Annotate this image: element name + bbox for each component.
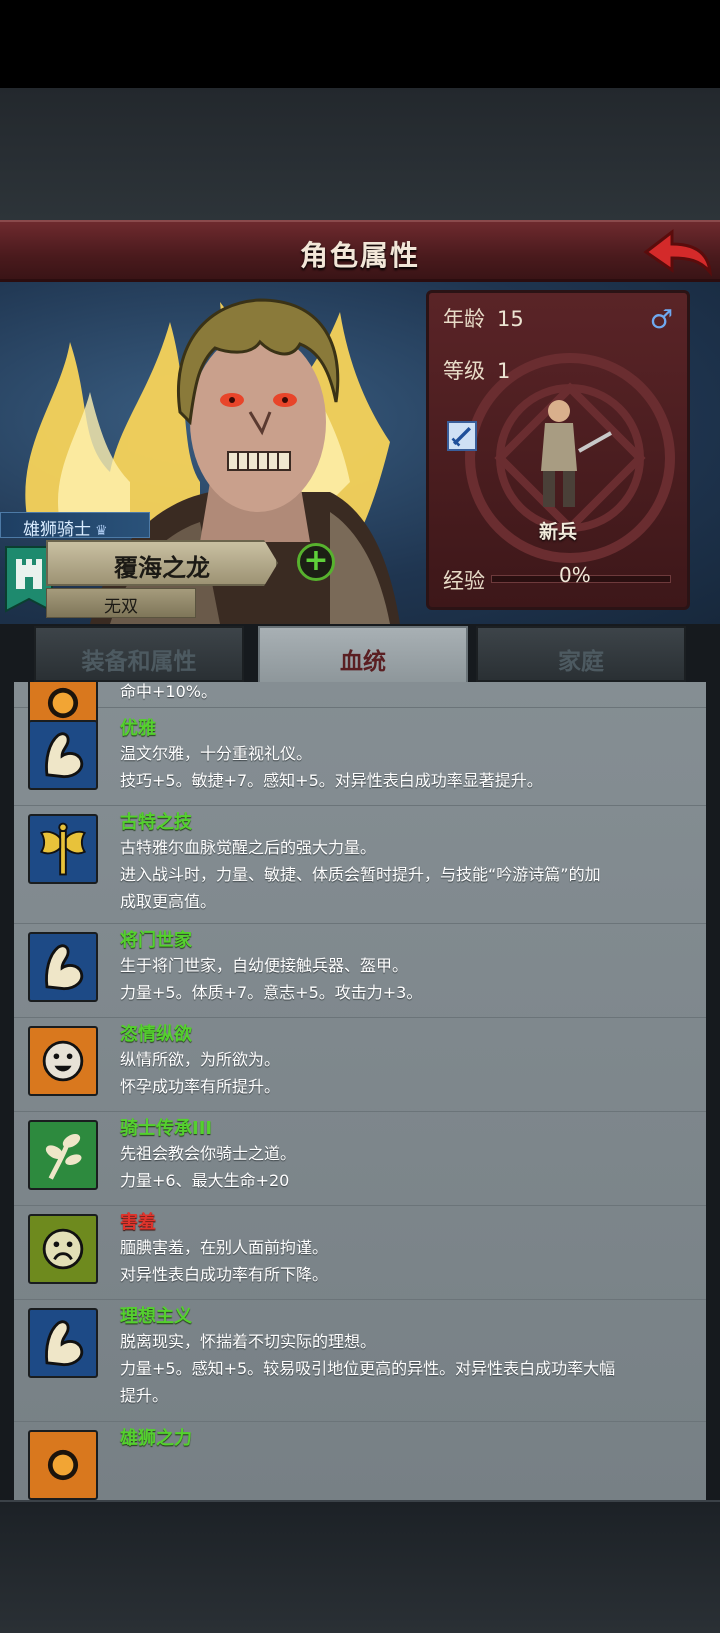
top-backdrop — [0, 88, 720, 220]
exp-label: 经验 — [443, 569, 485, 593]
trait-row[interactable]: 古特之技古特雅尔血脉觉醒之后的强大力量。进入战斗时，力量、敏捷、体质会暂时提升，… — [14, 806, 706, 924]
level-row: 等级 1 — [443, 355, 510, 385]
trait-name: 害羞 — [120, 1212, 156, 1233]
age-row: 年龄 15 — [443, 303, 524, 333]
trait-description-line: 古特雅尔血脉觉醒之后的强大力量。 — [120, 838, 377, 857]
tab-family[interactable]: 家庭 — [476, 626, 686, 682]
add-button[interactable]: + — [297, 543, 335, 581]
trait-name: 理想主义 — [120, 1306, 192, 1327]
flexed-arm-icon — [28, 1308, 98, 1378]
trait-row[interactable]: 恣情纵欲纵情所欲，为所欲为。 怀孕成功率有所提升。 — [14, 1018, 706, 1112]
trait-description-line: 成取更高值。 — [120, 892, 217, 911]
trait-description-line: 提升。 — [120, 1386, 169, 1405]
back-arrow-icon[interactable] — [642, 226, 714, 280]
tab-bloodline[interactable]: 血统 — [258, 626, 468, 688]
flexed-arm-icon — [28, 720, 98, 790]
trait-description-line: 命中+10%。 — [120, 682, 217, 701]
trait-row[interactable]: 将门世家生于将门世家，自幼便接触兵器、盔甲。 力量+5。体质+7。意志+5。攻击力… — [14, 924, 706, 1018]
trait-description-line: 力量+5。体质+7。意志+5。攻击力+3。 — [120, 983, 423, 1002]
trait-description-line: 怀孕成功率有所提升。 — [120, 1077, 281, 1096]
sprout-icon — [28, 1120, 98, 1190]
soldier-figure — [541, 400, 612, 507]
trait-name: 雄狮之力 — [120, 1428, 192, 1449]
trait-description-line: 先祖会教会你骑士之道。 — [120, 1144, 297, 1163]
trait-name: 古特之技 — [120, 812, 192, 833]
sad-face-icon — [28, 1214, 98, 1284]
trait-name: 骑士传承III — [120, 1118, 213, 1139]
character-name-plate: 覆海之龙 — [46, 540, 278, 586]
exp-value: 0% — [559, 563, 591, 587]
trait-row[interactable]: 雄狮之力 — [14, 1422, 706, 1500]
header-banner: 角色属性 — [0, 220, 720, 282]
sword-icon[interactable] — [447, 421, 477, 451]
stats-panel: 年龄 15 ♂ 等级 1 新兵 经验 0% — [426, 290, 690, 610]
trait-description-line: 生于将门世家，自幼便接触兵器、盔甲。 — [120, 956, 409, 975]
trait-row[interactable]: 理想主义脱离现实，怀揣着不切实际的理想。力量+5。感知+5。较易吸引地位更高的异… — [14, 1300, 706, 1422]
trait-row[interactable]: 命中+10%。 — [14, 682, 706, 738]
page-title: 角色属性 — [299, 239, 420, 272]
level-value: 1 — [497, 359, 511, 383]
trait-description-line: 纵情所欲，为所欲为。 — [120, 1050, 281, 1069]
trait-description-line: 温文尔雅，十分重视礼仪。 — [120, 744, 313, 763]
trait-row[interactable]: 优雅温文尔雅，十分重视礼仪。技巧+5。敏捷+7。感知+5。对异性表白成功率显著提… — [14, 712, 706, 806]
house-title: 雄狮骑士 — [23, 520, 91, 540]
trait-list[interactable]: 命中+10%。 优雅温文尔雅，十分重视礼仪。技巧+5。敏捷+7。感知+5。对异性表… — [14, 682, 706, 1500]
trait-description-line: 进入战斗时，力量、敏捷、体质会暂时提升，与技能“吟游诗篇”的加 — [120, 865, 601, 884]
crown-icon: ♛ — [95, 523, 108, 539]
age-value: 15 — [497, 307, 524, 331]
tab-bar: 装备和属性 血统 家庭 — [28, 626, 692, 688]
trait-name: 优雅 — [120, 718, 156, 739]
golden-axe-icon — [28, 814, 98, 884]
rank-label: 新兵 — [538, 521, 577, 543]
trait-name: 将门世家 — [120, 930, 192, 951]
trait-description-line: 脱离现实，怀揣着不切实际的理想。 — [120, 1332, 377, 1351]
house-title-tag: 雄狮骑士 ♛ — [0, 512, 150, 540]
bottom-backdrop — [0, 1500, 720, 1633]
trait-description-line: 腼腆害羞，在别人面前拘谨。 — [120, 1238, 329, 1257]
sun-icon — [28, 1430, 98, 1500]
trait-description-line: 力量+5。感知+5。较易吸引地位更高的异性。对异性表白成功率大幅 — [120, 1359, 616, 1378]
trait-description-line: 力量+6、最大生命+20 — [120, 1171, 290, 1190]
character-epithet: 无双 — [46, 588, 196, 618]
status-bar-area — [0, 0, 720, 88]
level-label: 等级 — [443, 359, 485, 383]
smiley-face-icon — [28, 1026, 98, 1096]
trait-row[interactable]: 害羞腼腆害羞，在别人面前拘谨。 对异性表白成功率有所下降。 — [14, 1206, 706, 1300]
flexed-arm-icon — [28, 932, 98, 1002]
age-label: 年龄 — [443, 307, 485, 331]
male-icon: ♂ — [649, 305, 673, 335]
tab-equipment[interactable]: 装备和属性 — [34, 626, 244, 682]
trait-name: 恣情纵欲 — [120, 1024, 192, 1045]
trait-row[interactable]: 骑士传承III 先祖会教会你骑士之道。 力量+6、最大生命+20 — [14, 1112, 706, 1206]
trait-description-line: 对异性表白成功率有所下降。 — [120, 1265, 329, 1284]
trait-description-line: 技巧+5。敏捷+7。感知+5。对异性表白成功率显著提升。 — [120, 771, 543, 790]
